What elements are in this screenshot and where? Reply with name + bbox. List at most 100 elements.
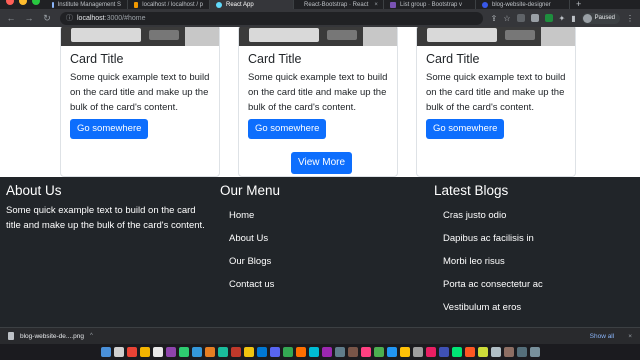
footer: About Us Some quick example text to buil… — [0, 177, 640, 327]
browser-tab-active[interactable]: React App — [210, 0, 294, 9]
dock-app-icon[interactable] — [295, 347, 306, 357]
react-favicon-icon — [216, 1, 222, 8]
menu-item-contact[interactable]: Contact us — [229, 273, 280, 296]
menu-list: Home About Us Our Blogs Contact us — [220, 204, 280, 296]
tab-favicon-icon — [134, 1, 139, 8]
dock-app-icon[interactable] — [412, 347, 423, 357]
card: Card Title Some quick example text to bu… — [60, 27, 220, 177]
dock-app-icon[interactable] — [477, 347, 488, 357]
footer-menu: Our Menu Home About Us Our Blogs Contact… — [220, 183, 280, 296]
extension-icon[interactable] — [530, 14, 539, 22]
menu-item-home[interactable]: Home — [229, 204, 280, 227]
tab-favicon-icon — [52, 1, 54, 8]
browser-tab[interactable]: List group · Bootstrap v — [384, 0, 476, 9]
browser-tab[interactable]: React-Bootstrap · React × — [294, 0, 384, 9]
close-icon[interactable]: × — [628, 333, 632, 340]
menu-item-blogs[interactable]: Our Blogs — [229, 250, 280, 273]
dock-app-icon[interactable] — [451, 347, 462, 357]
sidebar-icon[interactable]: ▮ — [571, 14, 575, 23]
card-text: Some quick example text to build on the … — [248, 72, 388, 113]
dock-app-icon[interactable] — [204, 347, 215, 357]
dock-app-icon[interactable] — [464, 347, 475, 357]
close-window-button[interactable] — [6, 0, 14, 5]
card-image — [61, 27, 219, 46]
menu-dots-icon[interactable]: ⋮ — [626, 14, 634, 23]
dock-app-icon[interactable] — [425, 347, 436, 357]
dock-app-icon[interactable] — [126, 347, 137, 357]
dock-app-icon[interactable] — [503, 347, 514, 357]
new-tab-button[interactable]: + — [570, 0, 587, 9]
close-tab-icon[interactable]: × — [374, 2, 378, 8]
view-more-button[interactable]: View More — [291, 152, 353, 174]
dock-app-icon[interactable] — [191, 347, 202, 357]
go-somewhere-button[interactable]: Go somewhere — [426, 119, 505, 139]
browser-tab[interactable]: localhost / localhost / p — [128, 0, 210, 9]
maximize-window-button[interactable] — [32, 0, 40, 5]
share-icon[interactable]: ⇪ — [491, 14, 498, 23]
go-somewhere-button[interactable]: Go somewhere — [70, 119, 149, 139]
back-arrow-icon[interactable]: ← — [6, 13, 16, 23]
dock-app-icon[interactable] — [152, 347, 163, 357]
blog-item[interactable]: Dapibus ac facilisis in — [443, 227, 543, 250]
dock-app-icon[interactable] — [347, 347, 358, 357]
dock-app-icon[interactable] — [516, 347, 527, 357]
window-controls — [0, 0, 46, 5]
dock-app-icon[interactable] — [178, 347, 189, 357]
dock-app-icon[interactable] — [360, 347, 371, 357]
dock-app-icon[interactable] — [256, 347, 267, 357]
show-all-link[interactable]: Show all — [590, 333, 615, 340]
footer-about: About Us Some quick example text to buil… — [6, 183, 211, 233]
blog-item[interactable]: Porta ac consectetur ac — [443, 273, 543, 296]
dock-app-icon[interactable] — [373, 347, 384, 357]
reload-icon[interactable]: ↻ — [42, 13, 52, 24]
dock-app-icon[interactable] — [230, 347, 241, 357]
dock-app-icon[interactable] — [386, 347, 397, 357]
dock-app-icon[interactable] — [529, 347, 540, 357]
dock-app-icon[interactable] — [100, 347, 111, 357]
card-title: Card Title — [70, 52, 124, 66]
dock-app-icon[interactable] — [113, 347, 124, 357]
dock-app-icon[interactable] — [399, 347, 410, 357]
chevron-up-icon[interactable]: ^ — [90, 333, 93, 339]
dock-app-icon[interactable] — [165, 347, 176, 357]
blog-item[interactable]: Vestibulum at eros — [443, 296, 543, 319]
menu-heading: Our Menu — [220, 183, 281, 198]
bookmark-star-icon[interactable]: ☆ — [503, 14, 510, 23]
minimize-window-button[interactable] — [19, 0, 27, 5]
go-somewhere-button[interactable]: Go somewhere — [248, 119, 327, 139]
dock-app-icon[interactable] — [334, 347, 345, 357]
blog-item[interactable]: Cras justo odio — [443, 204, 543, 227]
dock — [0, 344, 640, 360]
browser-tab[interactable]: Institute Management S — [46, 0, 128, 9]
forward-arrow-icon[interactable]: → — [24, 13, 34, 23]
avatar — [582, 13, 592, 23]
profile-button[interactable]: Paused — [581, 12, 620, 24]
dock-app-icon[interactable] — [217, 347, 228, 357]
downloads-bar: blog-website-de....png ^ Show all × — [0, 327, 640, 344]
dock-app-icon[interactable] — [269, 347, 280, 357]
dock-app-icon[interactable] — [490, 347, 501, 357]
blogs-list: Cras justo odio Dapibus ac facilisis in … — [434, 204, 543, 319]
dock-app-icon[interactable] — [308, 347, 319, 357]
browser-toolbar: ← → ↻ ⓘ localhost:3000/#home ⇪ ☆ ✦ ▮ Pau… — [0, 9, 640, 27]
card: Card Title Some quick example text to bu… — [416, 27, 576, 177]
blog-item[interactable]: Morbi leo risus — [443, 250, 543, 273]
download-filename[interactable]: blog-website-de....png — [20, 333, 84, 340]
browser-tab[interactable]: blog-website-designer — [476, 0, 570, 9]
dock-app-icon[interactable] — [282, 347, 293, 357]
address-bar[interactable]: ⓘ localhost:3000/#home — [60, 11, 483, 25]
dock-app-icon[interactable] — [438, 347, 449, 357]
menu-item-about[interactable]: About Us — [229, 227, 280, 250]
dock-app-icon[interactable] — [243, 347, 254, 357]
extension-icon[interactable] — [516, 14, 525, 22]
dock-app-icon[interactable] — [321, 347, 332, 357]
cards-section: Card Title Some quick example text to bu… — [0, 27, 640, 177]
dock-app-icon[interactable] — [139, 347, 150, 357]
page-viewport: Card Title Some quick example text to bu… — [0, 27, 640, 327]
extensions-puzzle-icon[interactable]: ✦ — [559, 14, 566, 23]
card-title: Card Title — [248, 52, 302, 66]
extension-icon[interactable] — [544, 14, 553, 22]
card-image — [417, 27, 575, 46]
site-info-icon[interactable]: ⓘ — [66, 13, 73, 23]
card-text: Some quick example text to build on the … — [426, 72, 566, 113]
